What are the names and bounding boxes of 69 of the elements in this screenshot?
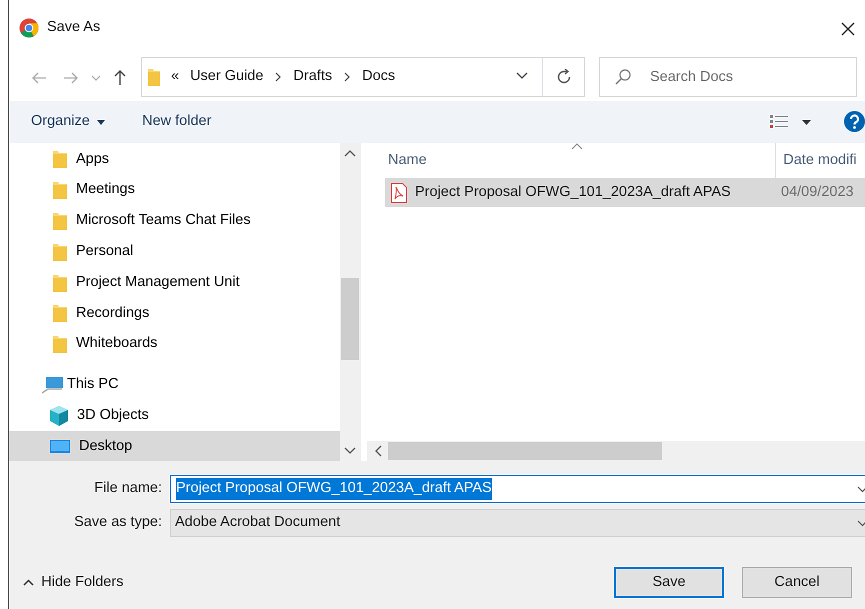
address-bar[interactable]: « User Guide Drafts Docs bbox=[141, 57, 585, 97]
folder-icon bbox=[53, 150, 67, 168]
caret-icon bbox=[802, 120, 811, 124]
sidebar-item[interactable]: Whiteboards bbox=[9, 328, 340, 360]
field-label: File name: bbox=[93, 479, 162, 498]
save-button[interactable]: Save bbox=[614, 567, 724, 598]
sidebar-item[interactable]: 3D Objects bbox=[9, 400, 340, 432]
file-type-dropdown[interactable]: Adobe Acrobat Document bbox=[170, 509, 865, 537]
folder-icon bbox=[53, 212, 67, 230]
sidebar-item[interactable]: Meetings bbox=[9, 174, 340, 206]
vertical-scrollbar[interactable] bbox=[340, 143, 360, 461]
breadcrumb[interactable]: Drafts bbox=[293, 66, 332, 88]
browser-logo-icon bbox=[19, 18, 39, 38]
down-chevron-icon bbox=[344, 447, 356, 455]
chevron-icon bbox=[343, 71, 352, 83]
pdf-file-icon bbox=[391, 182, 407, 202]
up-chevron-icon bbox=[23, 579, 34, 586]
sidebar-item[interactable]: Apps bbox=[9, 144, 340, 175]
folder-icon bbox=[53, 335, 67, 354]
up-chevron-icon bbox=[344, 149, 356, 157]
caret-icon bbox=[97, 120, 106, 124]
left-chevron-icon bbox=[374, 445, 382, 457]
sidebar-item[interactable]: Personal bbox=[9, 236, 340, 268]
scrollbar-thumb[interactable] bbox=[341, 278, 359, 360]
left-arrow-icon bbox=[31, 71, 47, 86]
folder-icon bbox=[53, 181, 67, 200]
search-field[interactable]: Search Docs bbox=[599, 57, 857, 97]
sidebar-item[interactable]: Desktop bbox=[9, 431, 340, 462]
caret-icon bbox=[516, 72, 528, 80]
caret-icon bbox=[91, 75, 101, 82]
folder-icon bbox=[53, 304, 67, 322]
file-row[interactable]: Project Proposal OFWG_101_2023A_draft APAS 04/09/2023 bbox=[385, 178, 865, 207]
folder-icon bbox=[53, 242, 67, 261]
view-options-button[interactable] bbox=[770, 115, 811, 129]
monitor-icon bbox=[50, 440, 70, 454]
help-button[interactable] bbox=[844, 110, 865, 134]
new-folder-button[interactable]: New folder bbox=[142, 111, 212, 133]
sort-ascending-icon bbox=[571, 143, 583, 150]
cube-icon bbox=[50, 406, 68, 426]
dropdown-icon bbox=[857, 520, 865, 526]
file-name: Project Proposal OFWG_101_2023A_draft APAS bbox=[415, 182, 732, 202]
refresh-icon bbox=[556, 69, 572, 85]
folder-icon bbox=[148, 68, 160, 86]
horizontal-scrollbar[interactable] bbox=[367, 441, 865, 461]
chevron-icon bbox=[274, 71, 282, 83]
breadcrumb[interactable]: Docs bbox=[362, 66, 396, 88]
sidebar-item[interactable]: Recordings bbox=[9, 298, 340, 329]
folder-icon bbox=[53, 274, 67, 292]
window-title: Save As bbox=[47, 18, 100, 38]
close-icon bbox=[841, 22, 855, 36]
sidebar-item[interactable]: Project Management Unit bbox=[9, 267, 340, 298]
breadcrumb[interactable]: User Guide bbox=[190, 66, 264, 88]
column-header[interactable]: Name bbox=[388, 150, 775, 172]
computer-icon bbox=[42, 376, 64, 394]
details-view-icon bbox=[770, 115, 788, 129]
file-name-field[interactable]: Project Proposal OFWG_101_2023A_draft APAS bbox=[170, 475, 865, 503]
dropdown-icon bbox=[857, 486, 865, 492]
organize-menu[interactable]: Organize bbox=[31, 111, 106, 133]
scrollbar-thumb[interactable] bbox=[388, 442, 662, 460]
field-label: Save as type: bbox=[73, 513, 162, 532]
hide-folders-button[interactable]: Hide Folders bbox=[23, 572, 124, 594]
help-icon bbox=[844, 110, 865, 132]
right-arrow-icon bbox=[63, 71, 79, 86]
breadcrumb-overflow[interactable]: « bbox=[171, 66, 180, 88]
up-arrow-icon bbox=[113, 69, 127, 86]
file-date: 04/09/2023 bbox=[781, 182, 854, 202]
cancel-button[interactable]: Cancel bbox=[742, 567, 852, 598]
sidebar-item[interactable]: Microsoft Teams Chat Files bbox=[9, 206, 340, 236]
sidebar-item[interactable]: This PC bbox=[9, 370, 340, 400]
